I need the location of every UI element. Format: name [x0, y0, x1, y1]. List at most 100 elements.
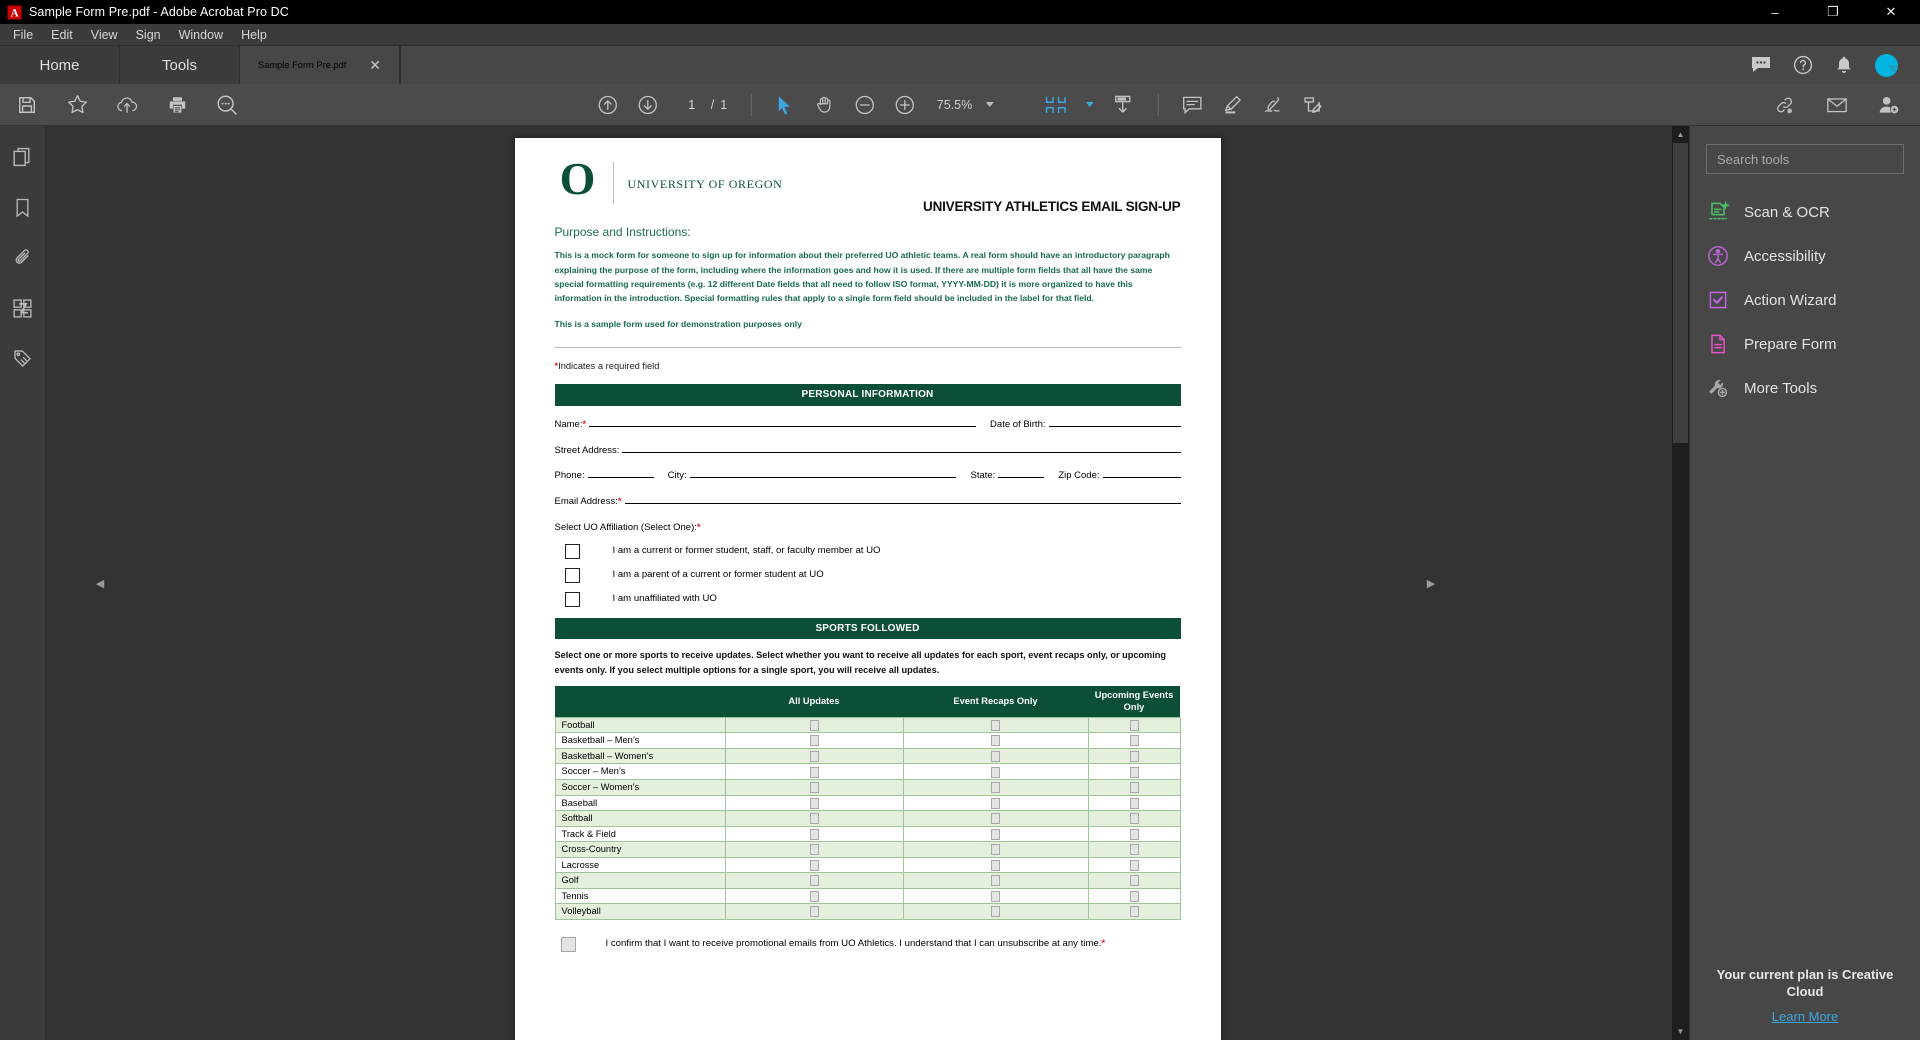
sport-checkbox[interactable]	[991, 782, 1000, 794]
checkbox-cell-upcoming-events[interactable]	[1087, 887, 1181, 905]
sport-checkbox[interactable]	[1129, 813, 1139, 825]
collapse-left-panel-icon[interactable]: ◀	[94, 573, 106, 593]
menu-file[interactable]: File	[4, 26, 42, 44]
checkbox-cell-all-updates[interactable]	[724, 716, 904, 734]
sport-checkbox[interactable]	[809, 875, 819, 887]
close-button[interactable]: ✕	[1862, 0, 1920, 24]
sport-checkbox[interactable]	[991, 828, 1000, 840]
page-thumbnails-icon[interactable]	[9, 144, 37, 172]
checkbox-cell-upcoming-events[interactable]	[1087, 810, 1181, 827]
sport-checkbox[interactable]	[991, 890, 1000, 902]
zip-input[interactable]	[1102, 467, 1181, 479]
sport-checkbox[interactable]	[991, 766, 1000, 778]
checkbox-cell-all-updates[interactable]	[724, 872, 904, 889]
checkbox-cell-all-updates[interactable]	[724, 747, 904, 765]
checkbox-cell-event-recaps[interactable]	[902, 794, 1089, 812]
page-fit-chevron-down-icon[interactable]	[1086, 102, 1095, 107]
checkbox-cell-upcoming-events[interactable]	[1087, 763, 1181, 781]
tab-tools[interactable]: Tools	[120, 46, 240, 84]
sport-checkbox[interactable]	[991, 875, 1000, 887]
sport-checkbox[interactable]	[991, 719, 1000, 731]
sport-checkbox[interactable]	[809, 719, 819, 731]
phone-input[interactable]	[587, 467, 654, 479]
checkbox-cell-all-updates[interactable]	[724, 732, 904, 749]
city-input[interactable]	[689, 467, 957, 479]
checkbox-cell-event-recaps[interactable]	[902, 810, 1089, 827]
content-tag-icon[interactable]	[9, 344, 37, 372]
tab-document[interactable]: Sample Form Pre.pdf ✕	[240, 46, 400, 84]
tool-action-wizard[interactable]: Action Wizard	[1690, 278, 1920, 322]
affiliation-option-1[interactable]: I am a current or former student, staff,…	[555, 543, 1181, 559]
tool-accessibility[interactable]: Accessibility	[1690, 234, 1920, 278]
checkbox-cell-upcoming-events[interactable]	[1087, 825, 1181, 843]
checkbox-cell-all-updates[interactable]	[724, 825, 904, 843]
checkbox-cell-upcoming-events[interactable]	[1087, 856, 1181, 874]
zoom-in-icon[interactable]	[892, 92, 918, 118]
email-icon[interactable]	[1824, 92, 1850, 118]
tool-scan-ocr[interactable]: Scan & OCR	[1690, 190, 1920, 234]
checkbox-cell-all-updates[interactable]	[724, 779, 904, 796]
sport-checkbox[interactable]	[809, 750, 819, 762]
avatar[interactable]	[1875, 53, 1898, 77]
menu-help[interactable]: Help	[232, 26, 276, 44]
checkbox-cell-upcoming-events[interactable]	[1087, 841, 1181, 858]
hand-tool-icon[interactable]	[812, 92, 838, 118]
comment-bubble-icon[interactable]	[1751, 56, 1771, 74]
help-icon[interactable]	[1793, 55, 1813, 75]
affiliation-option-2[interactable]: I am a parent of a current or former stu…	[555, 567, 1181, 583]
share-link-icon[interactable]	[1772, 92, 1798, 118]
checkbox-cell-event-recaps[interactable]	[902, 747, 1089, 765]
accessibility-tags-icon[interactable]	[9, 294, 37, 322]
scroll-down-icon[interactable]: ▼	[1672, 1023, 1689, 1040]
collapse-right-panel-icon[interactable]: ▶	[1425, 573, 1437, 593]
page-fit-icon[interactable]	[1040, 92, 1072, 118]
search-tools-input[interactable]	[1717, 151, 1893, 167]
checkbox-cell-all-updates[interactable]	[724, 841, 904, 858]
maximize-button[interactable]: ❐	[1804, 0, 1862, 24]
checkbox-cell-all-updates[interactable]	[724, 763, 904, 781]
sport-checkbox[interactable]	[1129, 875, 1139, 887]
checkbox-cell-event-recaps[interactable]	[902, 856, 1089, 874]
checkbox-cell-event-recaps[interactable]	[902, 903, 1089, 920]
star-icon[interactable]	[64, 92, 90, 118]
checkbox-cell-upcoming-events[interactable]	[1087, 794, 1181, 812]
sport-checkbox[interactable]	[809, 766, 819, 778]
checkbox-cell-upcoming-events[interactable]	[1087, 779, 1181, 796]
tool-prepare-form[interactable]: Prepare Form	[1690, 322, 1920, 366]
checkbox-cell-all-updates[interactable]	[724, 794, 904, 812]
select-tool-icon[interactable]	[772, 92, 798, 118]
checkbox-cell-upcoming-events[interactable]	[1087, 903, 1181, 920]
add-comment-icon[interactable]	[1179, 92, 1205, 118]
sport-checkbox[interactable]	[1129, 782, 1139, 794]
sport-checkbox[interactable]	[809, 906, 819, 918]
sport-checkbox[interactable]	[991, 735, 1000, 747]
attachments-icon[interactable]	[9, 244, 37, 272]
sport-checkbox[interactable]	[1129, 859, 1139, 871]
affiliation-checkbox-1[interactable]	[564, 543, 580, 559]
vertical-scrollbar[interactable]: ▲ ▼	[1672, 126, 1689, 1040]
confirmation-row[interactable]: I confirm that I want to receive promoti…	[555, 936, 1181, 952]
checkbox-cell-all-updates[interactable]	[724, 903, 904, 920]
sport-checkbox[interactable]	[809, 813, 819, 825]
sport-checkbox[interactable]	[991, 750, 1000, 762]
confirmation-checkbox[interactable]	[560, 936, 576, 952]
sport-checkbox[interactable]	[1129, 906, 1139, 918]
checkbox-cell-event-recaps[interactable]	[902, 887, 1089, 905]
page-number-input[interactable]: 1	[679, 98, 705, 112]
next-page-icon[interactable]	[635, 92, 661, 118]
tab-home[interactable]: Home	[0, 46, 120, 84]
tool-more-tools[interactable]: More Tools	[1690, 366, 1920, 410]
state-input[interactable]	[998, 467, 1045, 479]
affiliation-option-3[interactable]: I am unaffiliated with UO	[555, 591, 1181, 607]
menu-sign[interactable]: Sign	[127, 26, 170, 44]
sport-checkbox[interactable]	[809, 797, 819, 809]
sport-checkbox[interactable]	[991, 844, 1000, 856]
checkbox-cell-upcoming-events[interactable]	[1087, 716, 1181, 734]
sport-checkbox[interactable]	[809, 859, 819, 871]
save-icon[interactable]	[14, 92, 40, 118]
sport-checkbox[interactable]	[991, 859, 1000, 871]
sport-checkbox[interactable]	[1129, 797, 1139, 809]
upload-cloud-icon[interactable]	[114, 92, 140, 118]
sport-checkbox[interactable]	[809, 782, 819, 794]
checkbox-cell-upcoming-events[interactable]	[1087, 872, 1181, 889]
